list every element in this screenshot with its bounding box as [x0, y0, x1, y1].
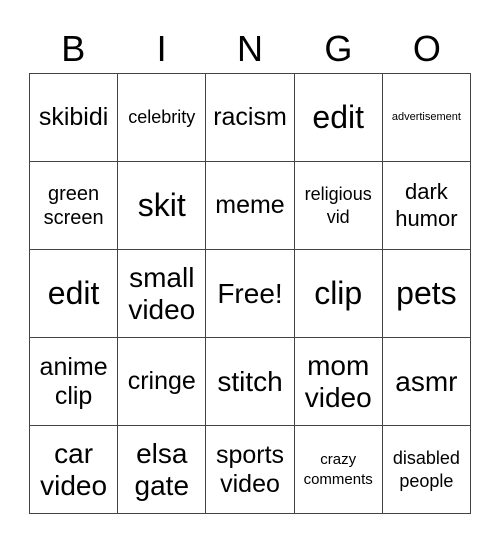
- header-letter-g: G: [324, 28, 353, 69]
- header-letter-n: N: [237, 28, 264, 69]
- cell-text: Free!: [217, 277, 283, 309]
- cell-text: skibidi: [38, 103, 109, 132]
- bingo-cell[interactable]: meme: [206, 162, 295, 250]
- header-letter-b: B: [61, 28, 86, 69]
- bingo-cell[interactable]: edit: [30, 250, 119, 338]
- bingo-cell[interactable]: sports video: [206, 426, 295, 514]
- cell-text: racism: [213, 103, 287, 132]
- bingo-cell[interactable]: dark humor: [382, 162, 471, 250]
- bingo-cell[interactable]: stitch: [206, 338, 295, 426]
- bingo-header: B I N G O: [29, 26, 471, 72]
- cell-text: religious vid: [304, 184, 372, 227]
- bingo-cell[interactable]: racism: [206, 74, 295, 162]
- bingo-cell[interactable]: celebrity: [118, 74, 207, 162]
- cell-text: clip: [314, 274, 363, 311]
- bingo-cell[interactable]: asmr: [382, 338, 471, 426]
- cell-text: stitch: [217, 365, 283, 397]
- header-letter-i: I: [156, 28, 167, 69]
- bingo-cell[interactable]: mom video: [294, 338, 383, 426]
- free-space-cell[interactable]: Free!: [206, 250, 295, 338]
- bingo-cell[interactable]: clip: [294, 250, 383, 338]
- cell-text: small video: [128, 262, 196, 325]
- bingo-cell[interactable]: skit: [118, 162, 207, 250]
- bingo-cell[interactable]: green screen: [30, 162, 119, 250]
- cell-text: sports video: [215, 440, 285, 498]
- cell-text: disabled people: [392, 448, 460, 491]
- bingo-cell[interactable]: religious vid: [294, 162, 383, 250]
- bingo-grid: skibidi celebrity racism edit advertisem…: [29, 73, 471, 514]
- bingo-cell[interactable]: car video: [30, 426, 119, 514]
- bingo-cell[interactable]: small video: [118, 250, 207, 338]
- bingo-cell[interactable]: edit: [294, 74, 383, 162]
- cell-text: advertisement: [391, 111, 461, 124]
- header-letter-o: O: [412, 28, 441, 69]
- cell-text: skit: [137, 186, 186, 223]
- cell-text: meme: [215, 191, 285, 220]
- cell-text: edit: [47, 274, 100, 311]
- bingo-cell[interactable]: disabled people: [382, 426, 471, 514]
- bingo-cell[interactable]: crazy comments: [294, 426, 383, 514]
- cell-text: crazy comments: [303, 451, 373, 488]
- bingo-cell[interactable]: cringe: [118, 338, 207, 426]
- bingo-cell[interactable]: anime clip: [30, 338, 119, 426]
- cell-text: dark humor: [395, 179, 458, 231]
- cell-text: anime clip: [39, 352, 108, 410]
- bingo-cell[interactable]: elsa gate: [118, 426, 207, 514]
- bingo-cell[interactable]: advertisement: [382, 74, 471, 162]
- bingo-cell[interactable]: pets: [382, 250, 471, 338]
- cell-text: cringe: [127, 367, 196, 396]
- cell-text: edit: [312, 98, 364, 135]
- cell-text: mom video: [304, 350, 372, 413]
- cell-text: car video: [40, 438, 108, 501]
- cell-text: pets: [396, 274, 457, 311]
- cell-text: asmr: [395, 365, 458, 397]
- cell-text: celebrity: [128, 107, 196, 128]
- cell-text: green screen: [43, 182, 104, 229]
- bingo-cell[interactable]: skibidi: [30, 74, 119, 162]
- cell-text: elsa gate: [134, 438, 190, 501]
